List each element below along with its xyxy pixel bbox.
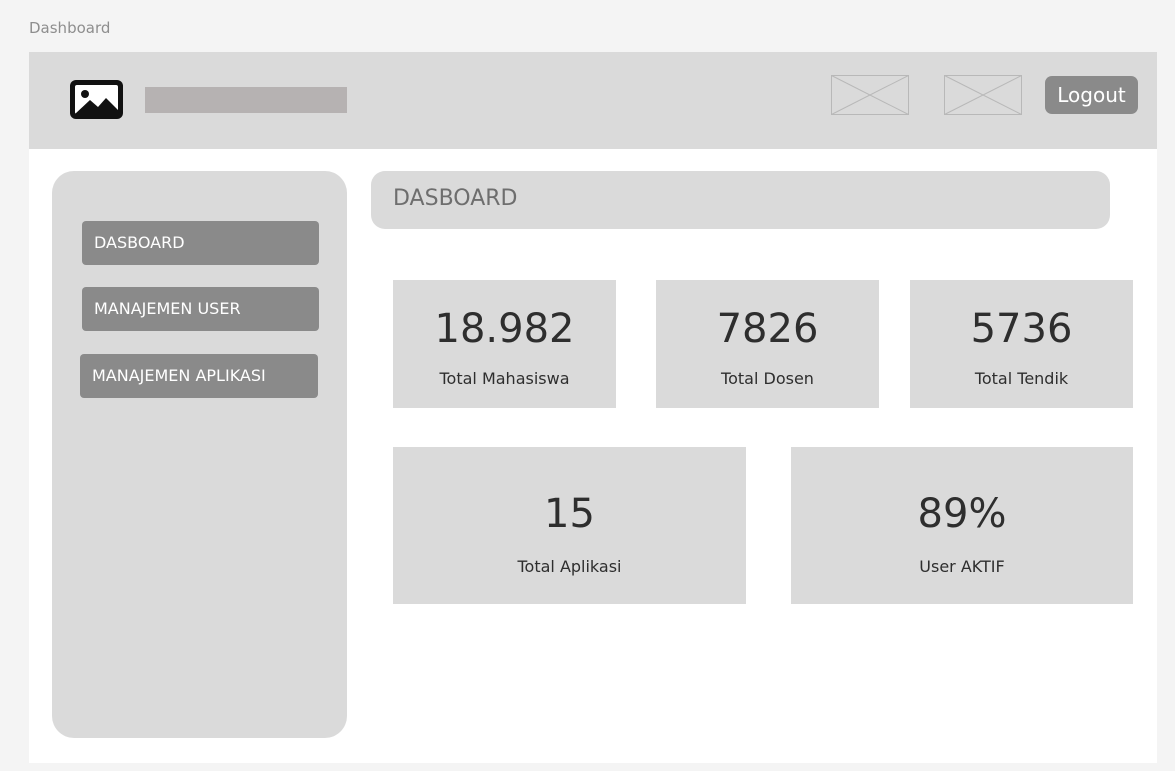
stat-label: User AKTIF <box>919 557 1005 576</box>
stat-label: Total Mahasiswa <box>439 369 570 388</box>
stat-card-total-tendik: 5736 Total Tendik <box>910 280 1133 408</box>
frame-title: Dashboard <box>29 19 111 37</box>
sidebar-item-manajemen-user[interactable]: MANAJEMEN USER <box>82 287 319 331</box>
stat-value: 5736 <box>970 306 1073 352</box>
stat-label: Total Tendik <box>974 369 1069 388</box>
sidebar-item-manajemen-aplikasi[interactable]: MANAJEMEN APLIKASI <box>80 354 318 398</box>
stat-value: 15 <box>544 491 595 537</box>
stat-card-total-aplikasi: 15 Total Aplikasi <box>393 447 746 604</box>
stat-label: Total Aplikasi <box>517 557 622 576</box>
page-title: DASBOARD <box>393 186 518 211</box>
stat-value: 89% <box>917 491 1007 537</box>
logout-button[interactable]: Logout <box>1045 76 1138 114</box>
image-placeholder-graphic <box>944 75 1022 115</box>
title-placeholder <box>145 87 347 113</box>
stat-card-user-aktif: 89% User AKTIF <box>791 447 1133 604</box>
stat-card-total-dosen: 7826 Total Dosen <box>656 280 879 408</box>
sidebar: DASBOARD MANAJEMEN USER MANAJEMEN APLIKA… <box>52 171 347 738</box>
image-icon-graphic <box>75 85 118 114</box>
top-bar: Logout <box>29 52 1157 149</box>
stat-value: 7826 <box>716 306 819 352</box>
image-placeholder-icon[interactable] <box>944 75 1022 115</box>
stat-card-total-mahasiswa: 18.982 Total Mahasiswa <box>393 280 616 408</box>
stat-value: 18.982 <box>434 306 575 352</box>
stat-label: Total Dosen <box>721 369 814 388</box>
image-icon[interactable] <box>70 80 123 119</box>
image-placeholder-icon[interactable] <box>831 75 909 115</box>
image-placeholder-graphic <box>831 75 909 115</box>
page-header: DASBOARD <box>371 171 1110 229</box>
sidebar-item-dasboard[interactable]: DASBOARD <box>82 221 319 265</box>
dashboard-frame: Logout DASBOARD MANAJEMEN USER MANAJEMEN… <box>29 52 1157 763</box>
